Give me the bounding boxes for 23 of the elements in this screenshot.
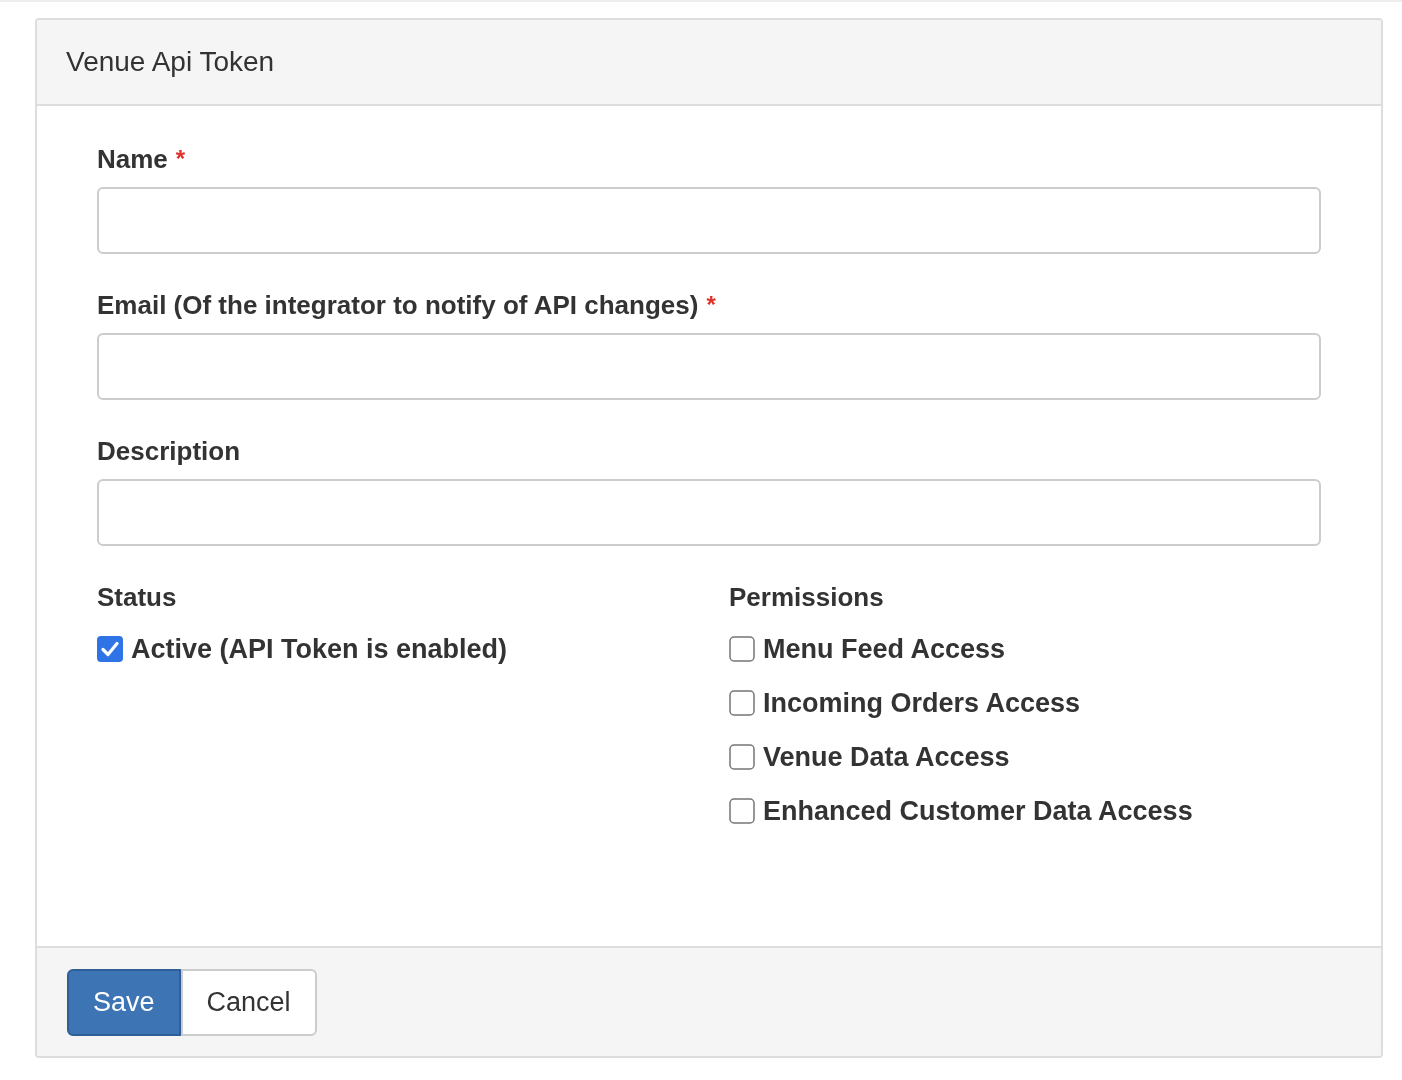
checkbox-label: Incoming Orders Access (763, 687, 1081, 720)
save-button[interactable]: Save (67, 968, 181, 1036)
checkbox-label: Venue Data Access (763, 741, 1010, 774)
panel-title: Venue Api Token (66, 45, 275, 79)
checkbox-label: Enhanced Customer Data Access (763, 795, 1193, 828)
input-field[interactable] (97, 187, 1321, 254)
group-heading: Permissions (729, 581, 885, 614)
cancel-button[interactable]: Cancel (180, 968, 317, 1036)
checkbox[interactable] (729, 744, 755, 770)
checkbox[interactable] (97, 636, 123, 662)
field-label: Description (97, 434, 241, 468)
checkbox-label: Menu Feed Access (763, 633, 1006, 666)
checkbox-label: Active (API Token is enabled) (131, 633, 508, 666)
group-heading: Status (97, 581, 178, 614)
required-mark: * (175, 144, 186, 174)
input-field[interactable] (97, 479, 1321, 546)
field-label: Email (Of the integrator to notify of API changes) (97, 288, 699, 322)
checkbox[interactable] (729, 690, 755, 716)
checkbox[interactable] (729, 798, 755, 824)
field-label: Name (97, 142, 168, 176)
checkbox[interactable] (729, 636, 755, 662)
input-field[interactable] (97, 333, 1321, 400)
required-mark: * (706, 290, 716, 320)
